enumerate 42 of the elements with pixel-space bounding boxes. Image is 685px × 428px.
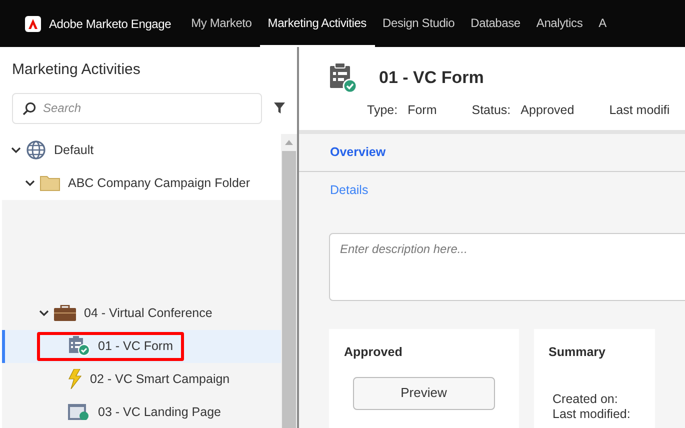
section-link[interactable]: Overview [330,142,386,162]
tree-item[interactable]: 01 - VC Form [2,330,281,362]
tree-item-label: 04 - Virtual Conference [84,304,212,322]
folder-icon [40,175,60,191]
tree-item[interactable]: ABC Company Campaign Folder [2,166,281,200]
chevron-down-icon[interactable] [39,308,49,318]
tree-item-label: ABC Company Campaign Folder [68,174,250,192]
globe-icon [26,140,46,160]
app-name: Adobe Marketo Engage [49,16,172,32]
scrollbar[interactable] [281,134,297,428]
tree-item[interactable]: 03 - VC Landing Page [2,396,281,428]
chevron-down-icon[interactable] [25,178,35,188]
tree-item-label: 03 - VC Landing Page [98,404,222,421]
landing-page-icon [68,404,90,420]
asset-title: 01 - VC Form [379,67,484,90]
briefcase-icon [54,305,76,321]
card-title: Approved [343,344,404,361]
tree-item[interactable]: 02 - VC Smart Campaign [2,362,281,396]
logo-icon [25,16,41,32]
tree-item-label: 02 - VC Smart Campaign [90,370,230,388]
lightning-icon [68,369,82,389]
panel-title: Marketing Activities [11,60,142,80]
field-label: Created on: [552,392,619,406]
filter-icon[interactable] [274,100,285,116]
meta-value: Approved [520,102,574,119]
search-icon [22,102,36,116]
meta-label: Last modifi [609,102,670,119]
meta-value: Form [408,102,437,119]
tree-item-label: 01 - VC Form [98,338,174,355]
tree-item-label: Default [54,142,94,159]
preview-button[interactable]: Preview [353,376,495,410]
meta-label: Type: [367,102,398,119]
card-title: Summary [548,344,606,361]
field-label: Last modified: [552,406,632,422]
description-field[interactable]: Enter description here... [329,232,685,301]
form-approved-icon [68,336,90,356]
chevron-down-icon[interactable] [11,145,21,155]
tree-item[interactable]: Default [2,134,281,166]
meta-label: Status: [472,102,511,119]
tree-item[interactable]: 04 - Virtual Conference [2,296,281,330]
form-approved-icon [329,63,357,93]
search-field[interactable]: Search [12,92,262,124]
